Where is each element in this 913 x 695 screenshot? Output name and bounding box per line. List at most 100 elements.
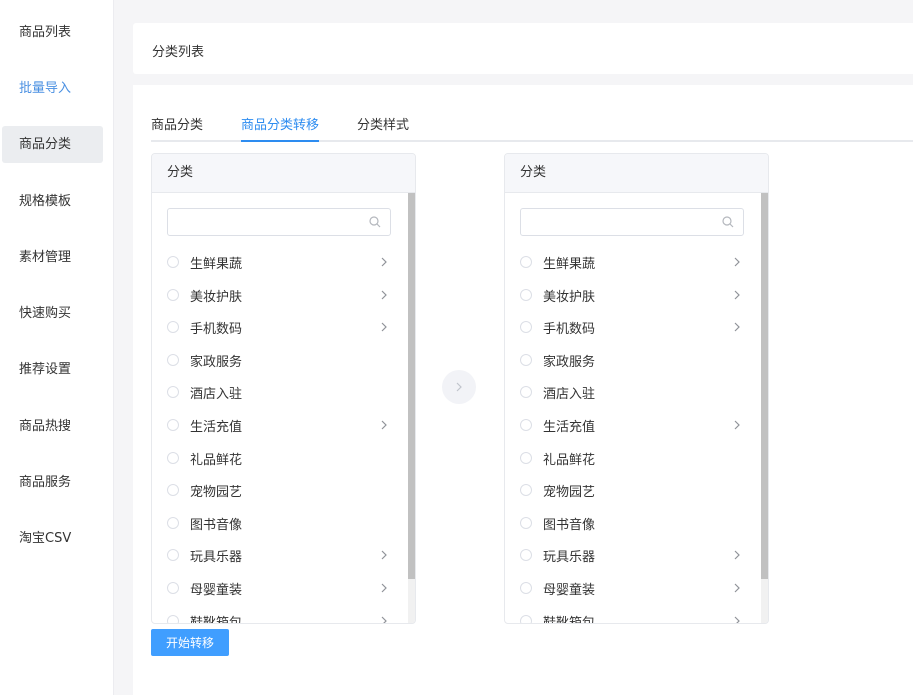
radio-button[interactable] xyxy=(167,516,179,529)
chevron-right-icon[interactable] xyxy=(380,615,388,623)
search-input[interactable] xyxy=(176,210,370,236)
chevron-right-icon[interactable] xyxy=(733,289,741,301)
radio-button[interactable] xyxy=(167,484,179,497)
sidebar-item-recommend[interactable]: 推荐设置 xyxy=(2,351,103,388)
category-item[interactable]: 图书音像 xyxy=(167,512,392,534)
chevron-right-icon[interactable] xyxy=(380,289,388,301)
radio-button[interactable] xyxy=(167,582,179,594)
chevron-right-icon[interactable] xyxy=(733,419,741,431)
category-item[interactable]: 图书音像 xyxy=(520,512,745,534)
category-item[interactable]: 酒店入驻 xyxy=(520,381,745,403)
chevron-right-icon[interactable] xyxy=(380,419,388,431)
category-label: 母婴童装 xyxy=(190,583,243,598)
category-item[interactable]: 生鲜果蔬 xyxy=(520,251,745,273)
sidebar-item-batch-import[interactable]: 批量导入 xyxy=(2,70,103,107)
radio-button[interactable] xyxy=(520,451,532,464)
radio-button[interactable] xyxy=(520,484,532,497)
radio-button[interactable] xyxy=(520,516,532,529)
category-item[interactable]: 礼品鲜花 xyxy=(167,447,392,469)
category-label: 美妆护肤 xyxy=(543,289,596,305)
category-item[interactable]: 生鲜果蔬 xyxy=(167,251,392,273)
radio-button[interactable] xyxy=(520,321,532,334)
sidebar-item-material[interactable]: 素材管理 xyxy=(2,239,103,276)
tab-category-transfer[interactable]: 商品分类转移 xyxy=(241,114,320,142)
radio-button[interactable] xyxy=(520,256,532,268)
search-field[interactable] xyxy=(520,208,744,236)
sidebar-item-hot-search[interactable]: 商品热搜 xyxy=(2,408,103,445)
category-item[interactable]: 玩具乐器 xyxy=(520,544,745,566)
category-item[interactable]: 玩具乐器 xyxy=(167,544,392,566)
tab-bar: 商品分类 商品分类转移 分类样式 xyxy=(151,112,913,142)
start-transfer-button[interactable]: 开始转移 xyxy=(151,629,229,656)
radio-button[interactable] xyxy=(167,386,179,399)
chevron-right-icon[interactable] xyxy=(733,256,741,268)
radio-button[interactable] xyxy=(520,549,532,562)
category-item[interactable]: 母婴童装 xyxy=(167,577,392,599)
panel-title: 分类 xyxy=(505,154,768,193)
radio-button[interactable] xyxy=(167,353,179,366)
header-card: 分类列表 xyxy=(133,23,913,74)
search-icon[interactable] xyxy=(722,216,734,228)
panel-body[interactable]: 生鲜果蔬美妆护肤手机数码家政服务酒店入驻生活充值礼品鲜花宠物园艺图书音像玩具乐器… xyxy=(152,193,415,623)
radio-button[interactable] xyxy=(520,386,532,399)
radio-button[interactable] xyxy=(167,451,179,464)
chevron-right-icon[interactable] xyxy=(733,321,741,333)
radio-button[interactable] xyxy=(167,321,179,334)
radio-button[interactable] xyxy=(520,288,532,301)
radio-button[interactable] xyxy=(520,614,532,623)
category-item[interactable]: 鞋靴箱包 xyxy=(520,610,745,623)
category-item[interactable]: 生活充值 xyxy=(520,414,745,436)
scrollbar[interactable] xyxy=(761,193,768,623)
sidebar-item-product-list[interactable]: 商品列表 xyxy=(2,14,103,51)
radio-button[interactable] xyxy=(520,419,532,431)
radio-button[interactable] xyxy=(167,256,179,268)
search-field[interactable] xyxy=(167,208,391,236)
search-icon[interactable] xyxy=(369,216,381,228)
category-item[interactable]: 家政服务 xyxy=(167,349,392,371)
tab-product-category[interactable]: 商品分类 xyxy=(151,114,203,140)
chevron-right-icon[interactable] xyxy=(733,549,741,561)
category-item[interactable]: 宠物园艺 xyxy=(520,479,745,501)
category-item[interactable]: 礼品鲜花 xyxy=(520,447,745,469)
panel-body[interactable]: 生鲜果蔬美妆护肤手机数码家政服务酒店入驻生活充值礼品鲜花宠物园艺图书音像玩具乐器… xyxy=(505,193,768,623)
chevron-right-icon[interactable] xyxy=(380,321,388,333)
radio-button[interactable] xyxy=(167,614,179,623)
category-item[interactable]: 美妆护肤 xyxy=(520,284,745,306)
search-input[interactable] xyxy=(529,210,723,236)
category-item[interactable]: 家政服务 xyxy=(520,349,745,371)
tab-category-style[interactable]: 分类样式 xyxy=(357,114,409,140)
category-item[interactable]: 鞋靴箱包 xyxy=(167,610,392,623)
radio-button[interactable] xyxy=(167,288,179,301)
scrollbar-thumb[interactable] xyxy=(761,193,768,579)
panel-title: 分类 xyxy=(152,154,415,193)
chevron-right-icon[interactable] xyxy=(380,256,388,268)
radio-button[interactable] xyxy=(167,549,179,562)
category-label: 宠物园艺 xyxy=(190,485,243,501)
scrollbar[interactable] xyxy=(408,193,415,623)
chevron-right-icon[interactable] xyxy=(733,615,741,623)
category-item[interactable]: 宠物园艺 xyxy=(167,479,392,501)
sidebar-item-product-category[interactable]: 商品分类 xyxy=(2,126,103,163)
category-item[interactable]: 美妆护肤 xyxy=(167,284,392,306)
scrollbar-thumb[interactable] xyxy=(408,193,415,579)
radio-button[interactable] xyxy=(520,582,532,594)
category-item[interactable]: 母婴童装 xyxy=(520,577,745,599)
category-label: 家政服务 xyxy=(543,354,596,370)
chevron-right-icon[interactable] xyxy=(733,582,741,594)
chevron-right-icon[interactable] xyxy=(380,582,388,594)
category-item[interactable]: 手机数码 xyxy=(167,316,392,338)
category-label: 礼品鲜花 xyxy=(190,452,243,468)
sidebar-item-spec-template[interactable]: 规格模板 xyxy=(2,183,103,220)
category-item[interactable]: 生活充值 xyxy=(167,414,392,436)
sidebar-item-taobao-csv[interactable]: 淘宝CSV xyxy=(2,520,103,557)
sidebar-item-quick-buy[interactable]: 快速购买 xyxy=(2,295,103,332)
category-label: 母婴童装 xyxy=(543,583,596,598)
transfer-arrow-button[interactable] xyxy=(442,370,476,404)
category-item[interactable]: 手机数码 xyxy=(520,316,745,338)
category-label: 生活充值 xyxy=(190,420,243,435)
radio-button[interactable] xyxy=(167,419,179,431)
category-item[interactable]: 酒店入驻 xyxy=(167,381,392,403)
radio-button[interactable] xyxy=(520,353,532,366)
sidebar-item-product-service[interactable]: 商品服务 xyxy=(2,464,103,501)
chevron-right-icon[interactable] xyxy=(380,549,388,561)
